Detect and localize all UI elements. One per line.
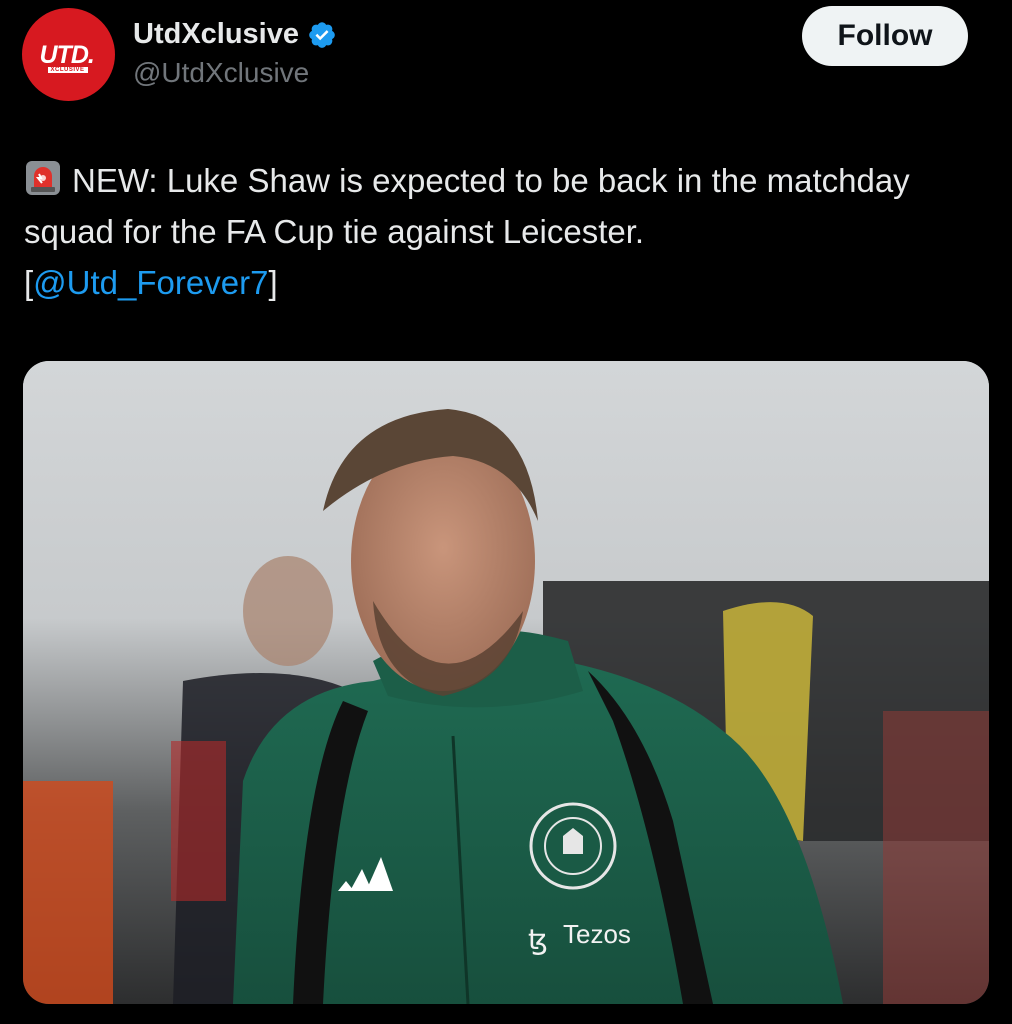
rotating-light-icon bbox=[24, 159, 62, 197]
follow-button[interactable]: Follow bbox=[802, 6, 968, 66]
utd-logo: UTD. XCLUSIVE bbox=[34, 33, 104, 77]
bracket-close: ] bbox=[268, 264, 278, 301]
display-name-text: UtdXclusive bbox=[133, 18, 299, 50]
handle[interactable]: @UtdXclusive bbox=[133, 57, 309, 89]
sponsor-text: Tezos bbox=[563, 919, 631, 949]
tweet-text: NEW: Luke Shaw is expected to be back in… bbox=[24, 155, 984, 308]
man-utd-crest bbox=[529, 802, 617, 890]
logo-sub: XCLUSIVE bbox=[47, 66, 88, 73]
tweet-media-image[interactable]: ꜩ Tezos bbox=[23, 361, 989, 1004]
tezos-logo: ꜩ bbox=[528, 924, 548, 955]
verified-badge-icon bbox=[307, 20, 337, 50]
svg-text:ꜩ: ꜩ bbox=[528, 924, 548, 955]
logo-text: UTD. bbox=[39, 40, 95, 69]
avatar[interactable]: UTD. XCLUSIVE bbox=[22, 8, 115, 101]
bracket-open: [ bbox=[24, 264, 34, 301]
display-name[interactable]: UtdXclusive bbox=[133, 18, 337, 51]
mention-link[interactable]: @Utd_Forever7 bbox=[33, 264, 268, 301]
tweet-body-text: NEW: Luke Shaw is expected to be back in… bbox=[24, 162, 910, 250]
